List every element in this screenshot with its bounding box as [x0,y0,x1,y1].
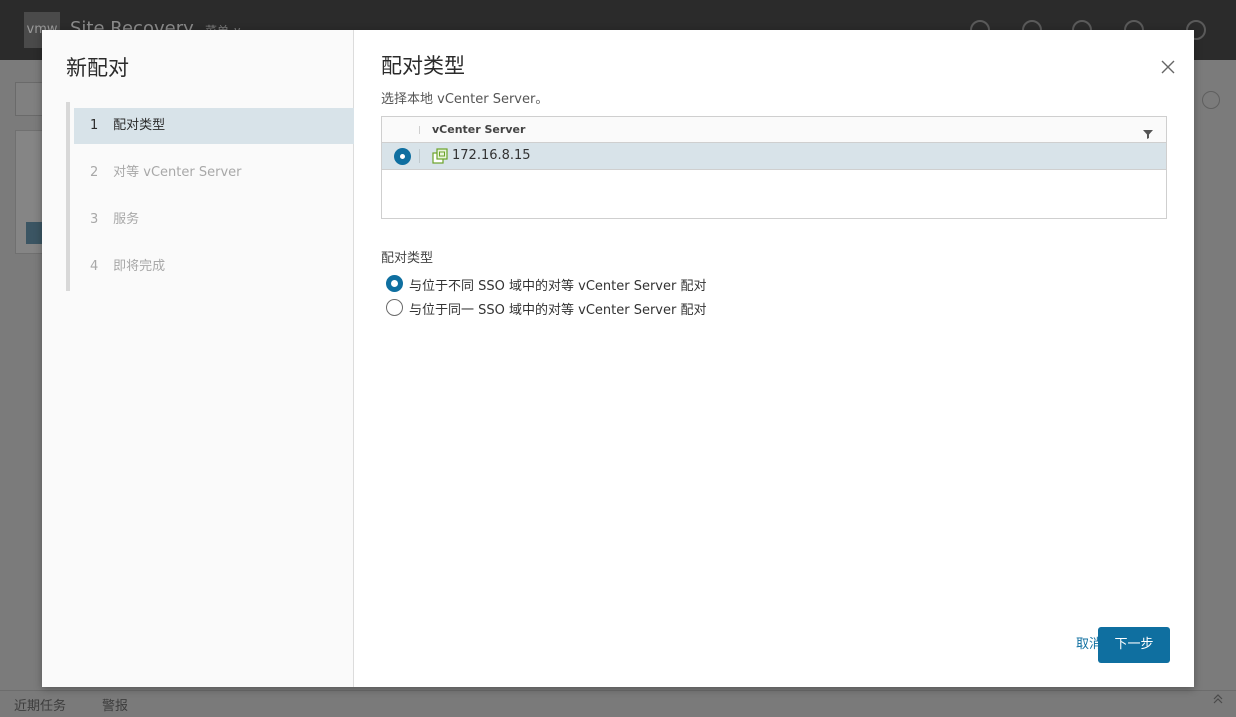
recent-tasks-tab: 近期任务 [14,699,67,714]
table-row[interactable]: 172.16.8.15 [382,143,1166,170]
step-label: 即将完成 [113,259,166,274]
new-pair-wizard: 新配对 1 配对类型 2 对等 vCenter Server 3 服务 4 即将… [42,30,1194,687]
radio-same-sso[interactable] [386,299,403,316]
step-pairing-type[interactable]: 1 配对类型 [74,108,354,144]
step-ready-to-complete[interactable]: 4 即将完成 [74,249,354,285]
alarms-tab: 警报 [102,699,129,714]
vcenter-server-icon [432,148,448,164]
step-services[interactable]: 3 服务 [74,202,354,238]
option-label: 与位于同一 SSO 域中的对等 vCenter Server 配对 [409,303,707,318]
vcenter-grid: vCenter Server 172.16.8.15 [381,116,1167,219]
step-number: 3 [90,212,99,227]
page-title: 配对类型 [381,54,465,78]
close-icon[interactable] [1159,58,1177,76]
pairing-type-label: 配对类型 [381,251,434,266]
option-label: 与位于不同 SSO 域中的对等 vCenter Server 配对 [409,279,707,294]
instruction-text: 选择本地 vCenter Server。 [381,92,549,107]
filter-icon[interactable] [1142,125,1154,139]
step-label: 服务 [113,212,140,227]
step-label: 对等 vCenter Server [113,165,242,180]
background-help-icon [1202,91,1220,109]
background-input [15,82,45,116]
wizard-steps: 1 配对类型 2 对等 vCenter Server 3 服务 4 即将完成 [66,102,354,291]
radio-different-sso[interactable] [386,275,403,292]
wizard-title: 新配对 [66,56,129,80]
bottom-bar: 近期任务 警报 [0,690,1236,717]
row-select-radio[interactable] [394,148,411,165]
vcenter-address: 172.16.8.15 [452,148,531,163]
step-number: 1 [90,118,99,133]
next-button[interactable]: 下一步 [1098,627,1170,663]
grid-header: vCenter Server [382,117,1166,143]
column-separator [419,149,420,163]
step-number: 2 [90,165,99,180]
chevron-up-icon [1212,693,1224,709]
step-peer-vcenter[interactable]: 2 对等 vCenter Server [74,155,354,191]
wizard-content: 配对类型 选择本地 vCenter Server。 vCenter Server [381,30,1175,687]
step-number: 4 [90,259,99,274]
column-separator [419,126,420,134]
step-label: 配对类型 [113,118,166,133]
wizard-sidebar: 新配对 1 配对类型 2 对等 vCenter Server 3 服务 4 即将… [42,30,354,687]
column-header-vcenter[interactable]: vCenter Server [432,123,525,136]
